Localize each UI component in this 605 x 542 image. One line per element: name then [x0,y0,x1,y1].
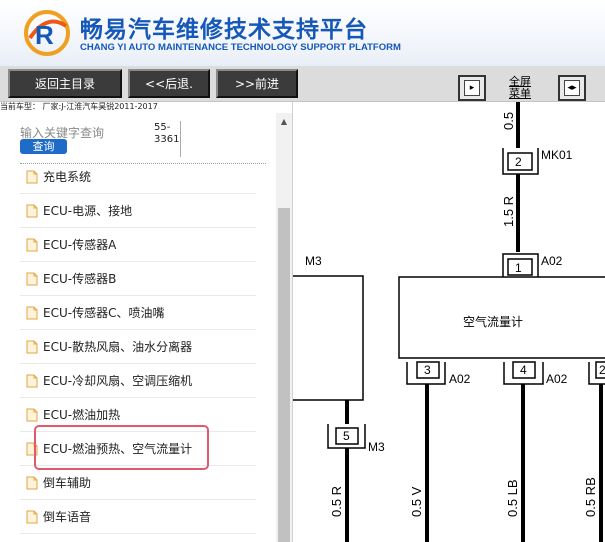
toolbar: 返回主目录 <<后退. >>前进 ▸ 全屏 菜单 ◂▸ [0,66,605,102]
menu-item-label: 倒车语音 [43,510,92,524]
platform-title: 畅易汽车维修技术支持平台 [80,17,368,43]
expand-button[interactable]: ◂▸ [558,75,586,101]
connector-label: M3 [368,440,385,454]
connector-label: MK01 [541,148,573,162]
wire-label: 0.5 LB [505,479,520,517]
pin-number: 4 [520,363,527,377]
collapse-sidebar-button[interactable]: ▸ [458,75,486,101]
pin-number: 1 [515,261,522,275]
document-icon [26,306,38,319]
current-vehicle: 当前车型： 厂家:J-江淮汽车昊锐2011-2017 [0,102,158,111]
connector-label: A02 [541,254,563,268]
wire-label: 1.5 R [501,196,516,227]
connector-label: A02 [546,372,568,386]
document-icon [26,408,38,421]
sidebar-scrollbar[interactable]: ▲ [276,113,292,542]
menu-item[interactable]: ECU-燃油加热 [20,398,256,432]
menu-item[interactable]: ECU-散热风扇、油水分离器 [20,330,256,364]
menu-item[interactable]: ECU-传感器C、喷油嘴 [20,296,256,330]
platform-subtitle: CHANG YI AUTO MAINTENANCE TECHNOLOGY SUP… [80,42,401,53]
fullscreen-menu-link[interactable]: 全屏 菜单 [504,76,536,100]
app-window: R 畅易汽车维修技术支持平台 CHANG YI AUTO MAINTENANCE… [0,0,605,542]
menu-item[interactable]: 倒车辅助 [20,466,256,500]
menu-item[interactable]: ECU-传感器A [20,228,256,262]
pin-number: 2 [599,363,605,377]
menu-item[interactable]: 充电系统 [20,160,256,194]
back-button[interactable]: <<后退. [128,69,210,98]
component-label: 空气流量计 [463,314,523,329]
pin-number: 3 [424,363,431,377]
document-icon [26,510,38,523]
wiring-diagram: 0.5 2 MK01 1.5 R 1 A02 空气流量计 M3 3 A02 4 … [292,102,605,542]
menu-item[interactable]: ECU-电源、接地 [20,194,256,228]
header-banner: R 畅易汽车维修技术支持平台 CHANG YI AUTO MAINTENANCE… [0,0,605,66]
menu-item-label: ECU-传感器B [43,272,117,286]
wiring-diagram-svg: 0.5 2 MK01 1.5 R 1 A02 空气流量计 M3 3 A02 4 … [293,102,605,542]
svg-text:R: R [35,20,54,50]
forward-button[interactable]: >>前进 [216,69,298,98]
document-icon [26,170,38,183]
menu-item-label: ECU-冷却风扇、空调压缩机 [43,374,193,388]
document-icon [26,476,38,489]
connector-label: A02 [449,372,471,386]
menu-item-label: ECU-燃油预热、空气流量计 [43,442,193,456]
scroll-thumb[interactable] [278,208,290,542]
wire-label: 0.5 RB [583,477,598,517]
menu-item[interactable]: ECU-冷却风扇、空调压缩机 [20,364,256,398]
wire-label: 0.5 [501,112,516,130]
code-value: 55- 3361 [154,122,180,145]
platform-logo-icon: R [24,10,70,56]
document-icon [26,238,38,251]
scroll-up-icon[interactable]: ▲ [276,113,292,129]
arrow-right-icon: ▸ [464,80,480,96]
document-icon [26,340,38,353]
pin-number: 2 [515,155,522,169]
menu-item-label: ECU-燃油加热 [43,408,121,422]
wire-label: 0.5 R [329,486,344,517]
menu-item[interactable]: ECU-燃油预热、空气流量计 [20,432,256,466]
document-icon [26,272,38,285]
sidebar: 输入关键字查询 查询 55- 3361 充电系统 ECU-电源、接地 ECU-传感器… [0,113,292,542]
document-icon [26,374,38,387]
menu-list: 充电系统 ECU-电源、接地 ECU-传感器A ECU-传感器B ECU-传感器C、喷油… [20,160,256,534]
connector-label: M3 [305,254,322,268]
home-button[interactable]: 返回主目录 [8,69,122,98]
menu-item-label: ECU-传感器C、喷油嘴 [43,306,165,320]
menu-item-label: ECU-散热风扇、油水分离器 [43,340,193,354]
menu-item-label: ECU-电源、接地 [43,204,133,218]
document-icon [26,204,38,217]
wire-label: 0.5 V [409,486,424,517]
pin-number: 5 [343,429,350,443]
search-button[interactable]: 查询 [20,139,67,154]
menu-item[interactable]: 倒车语音 [20,500,256,534]
menu-item-label: 倒车辅助 [43,476,92,490]
divider [180,121,181,157]
document-icon [26,442,38,455]
expand-arrows-icon: ◂▸ [564,80,580,96]
menu-item[interactable]: ECU-传感器B [20,262,256,296]
menu-item-label: 充电系统 [43,170,92,184]
menu-item-label: ECU-传感器A [43,238,117,252]
